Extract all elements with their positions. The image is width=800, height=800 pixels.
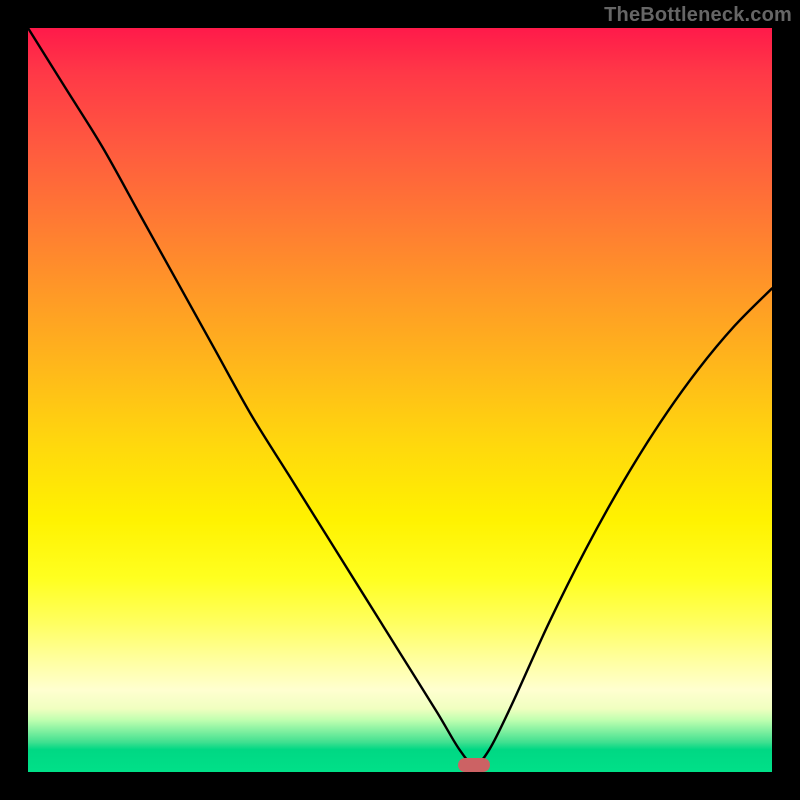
plot-area — [28, 28, 772, 772]
watermark-text: TheBottleneck.com — [604, 4, 792, 27]
chart-frame: TheBottleneck.com — [0, 0, 800, 800]
bottleneck-curve — [28, 28, 772, 772]
optimal-marker — [458, 758, 490, 772]
